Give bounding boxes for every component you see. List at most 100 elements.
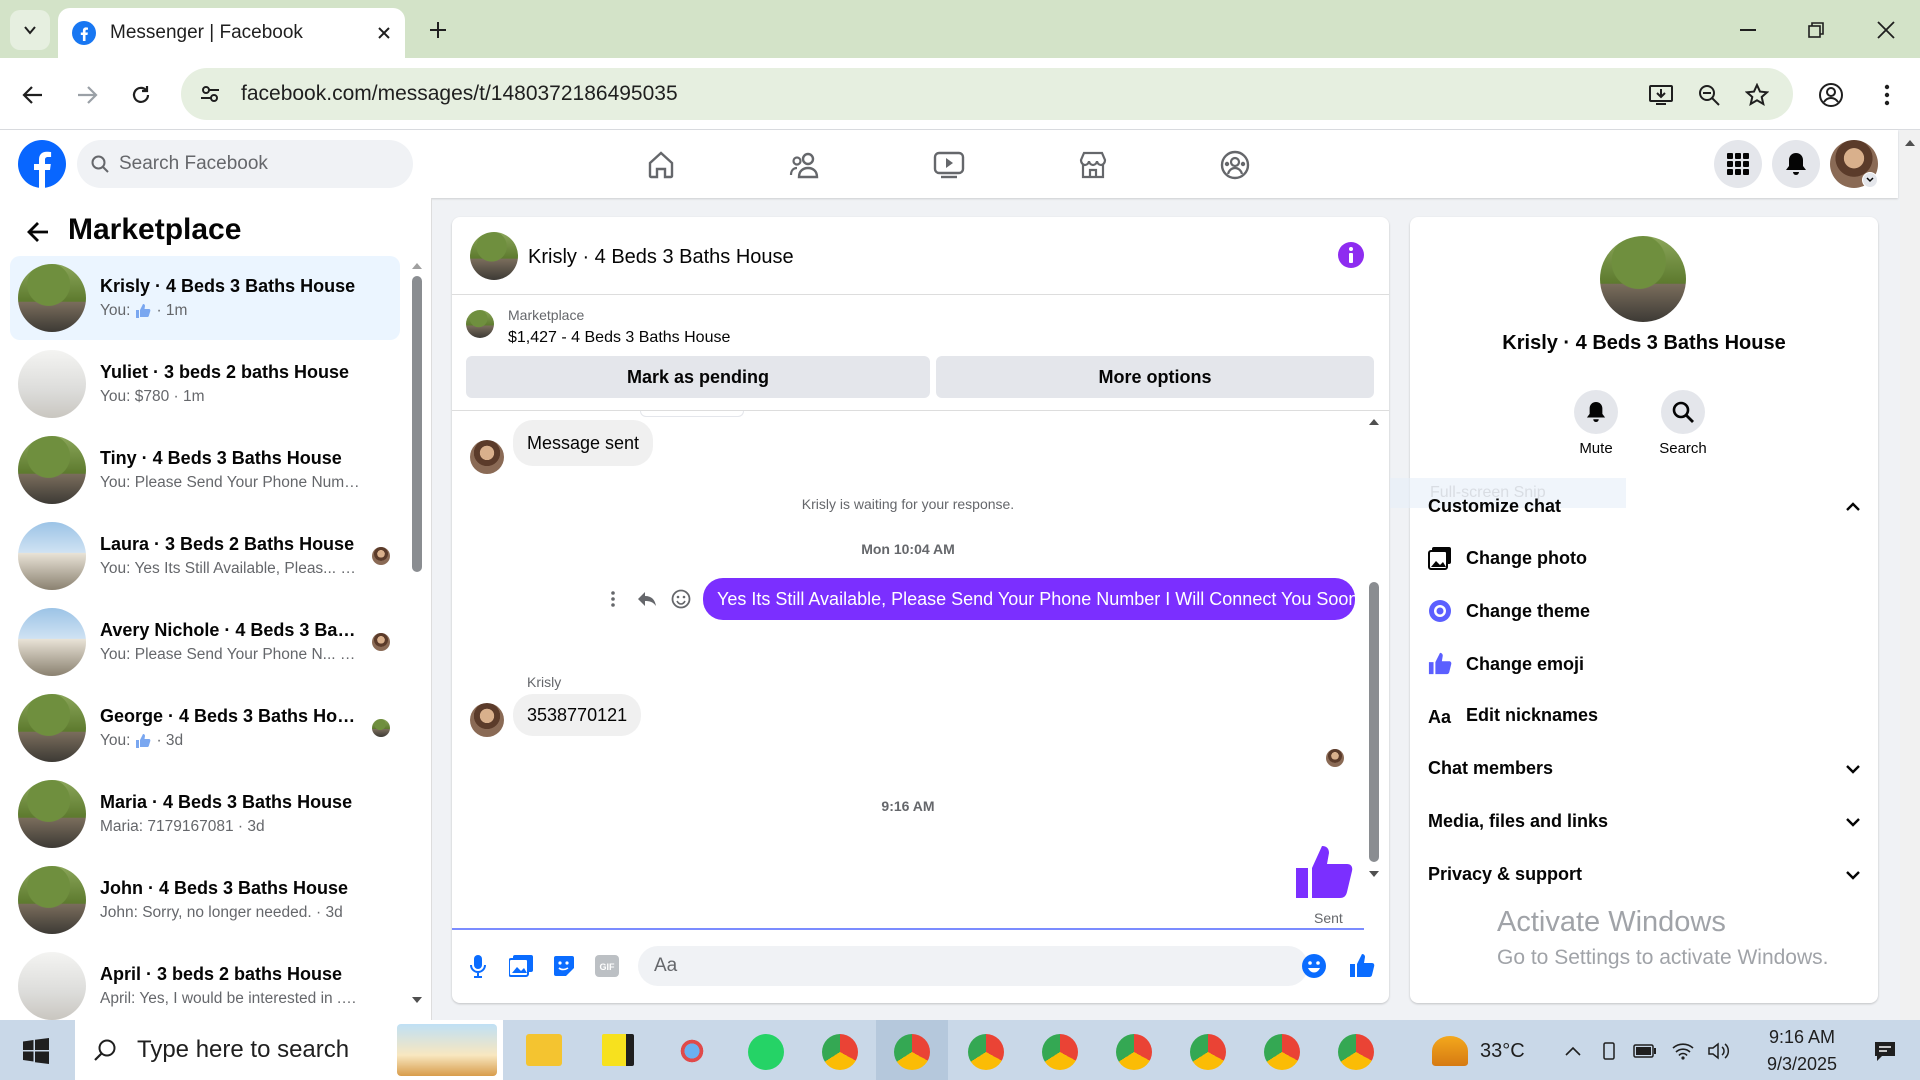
- taskbar-clock[interactable]: 9:16 AM 9/3/2025: [1746, 1027, 1858, 1075]
- edit-nicknames-item[interactable]: Aa Edit nicknames: [1428, 705, 1598, 726]
- chat-list-scrollbar[interactable]: [410, 262, 424, 1010]
- new-tab-button[interactable]: [422, 14, 454, 46]
- nav-groups[interactable]: [1210, 145, 1260, 185]
- chrome-icon[interactable]: [822, 1034, 858, 1070]
- whatsapp-icon[interactable]: [748, 1034, 784, 1070]
- media-files-links-section[interactable]: Media, files and links: [1428, 811, 1860, 832]
- privacy-support-section[interactable]: Privacy & support: [1428, 864, 1860, 885]
- sticky-notes-icon[interactable]: [602, 1034, 634, 1066]
- mute-button[interactable]: [1574, 390, 1618, 434]
- file-explorer-icon[interactable]: [526, 1034, 562, 1066]
- details-name[interactable]: Krisly · 4 Beds 3 Baths House: [1410, 332, 1878, 355]
- conversation-item[interactable]: George · 4 Beds 3 Baths House You: · 3d: [10, 686, 400, 770]
- nav-marketplace[interactable]: [1068, 145, 1118, 185]
- url-text[interactable]: facebook.com/messages/t/1480372186495035: [241, 82, 678, 106]
- conversation-info-button[interactable]: [1338, 242, 1364, 268]
- profile-button[interactable]: [1816, 80, 1846, 110]
- sticker-button[interactable]: [550, 952, 578, 980]
- chat-header-title[interactable]: Krisly · 4 Beds 3 Baths House: [528, 246, 794, 269]
- scroll-up-arrow-icon[interactable]: [1904, 138, 1916, 148]
- chrome-icon[interactable]: [1116, 1034, 1152, 1070]
- nav-video[interactable]: [924, 145, 974, 185]
- outgoing-message-bubble[interactable]: Yes Its Still Available, Please Send You…: [703, 578, 1358, 620]
- chrome-icon[interactable]: [1264, 1034, 1300, 1070]
- facebook-logo[interactable]: [18, 140, 66, 188]
- back-to-messages-button[interactable]: [22, 216, 54, 248]
- message-input[interactable]: Aa: [638, 946, 1308, 986]
- details-avatar[interactable]: [1600, 236, 1686, 322]
- facebook-search-input[interactable]: Search Facebook: [77, 140, 413, 188]
- gif-button[interactable]: GIF: [593, 952, 621, 980]
- nav-home[interactable]: [636, 145, 686, 185]
- notifications-button[interactable]: [1772, 140, 1820, 188]
- scrollbar-thumb[interactable]: [1369, 582, 1379, 862]
- account-chevron[interactable]: [1862, 172, 1878, 188]
- snipping-tool-icon[interactable]: [674, 1034, 710, 1068]
- chrome-icon[interactable]: [1338, 1034, 1374, 1070]
- conversation-item[interactable]: Yuliet · 3 beds 2 baths House You: $780 ·…: [10, 342, 400, 426]
- conversation-item[interactable]: Tiny · 4 Beds 3 Baths House You: Please S…: [10, 428, 400, 512]
- change-theme-item[interactable]: Change theme: [1428, 599, 1590, 623]
- incoming-message-bubble[interactable]: 3538770121: [513, 694, 642, 736]
- volume-tray-icon[interactable]: [1706, 1040, 1732, 1062]
- voice-clip-button[interactable]: [464, 952, 492, 980]
- chrome-icon[interactable]: [894, 1034, 930, 1070]
- conversation-item[interactable]: Laura · 3 Beds 2 Baths House You: Yes Its…: [10, 514, 400, 598]
- incoming-message-bubble[interactable]: Message sent: [513, 420, 654, 466]
- wifi-tray-icon[interactable]: [1670, 1040, 1696, 1062]
- send-like-button[interactable]: [1348, 952, 1376, 980]
- chrome-icon[interactable]: [968, 1034, 1004, 1070]
- sent-like[interactable]: [1294, 840, 1356, 902]
- bookmark-button[interactable]: [1742, 80, 1772, 110]
- conversation-item[interactable]: Maria · 4 Beds 3 Baths House Maria: 71791…: [10, 772, 400, 856]
- close-window-button[interactable]: [1868, 12, 1904, 48]
- scroll-down-arrow-icon[interactable]: [411, 996, 423, 1004]
- nav-friends[interactable]: [780, 145, 830, 185]
- search-in-conversation-button[interactable]: [1661, 390, 1705, 434]
- change-photo-item[interactable]: Change photo: [1428, 546, 1587, 570]
- scroll-up-arrow-icon[interactable]: [411, 262, 423, 270]
- battery-tray-icon[interactable]: [1632, 1040, 1658, 1062]
- show-hidden-icons-button[interactable]: [1562, 1040, 1584, 1062]
- browser-menu-button[interactable]: [1872, 80, 1902, 110]
- tab-search-dropdown-button[interactable]: [10, 10, 50, 50]
- forward-button[interactable]: [70, 78, 104, 112]
- message-more-button[interactable]: [604, 588, 622, 610]
- weather-icon[interactable]: [1432, 1036, 1468, 1066]
- listing-title[interactable]: $1,427 - 4 Beds 3 Baths House: [508, 329, 730, 347]
- reply-button[interactable]: [634, 586, 660, 612]
- weather-temperature[interactable]: 33°C: [1480, 1040, 1525, 1063]
- restore-window-button[interactable]: [1798, 12, 1834, 48]
- scroll-down-arrow-icon[interactable]: [1368, 870, 1380, 878]
- notification-center-button[interactable]: [1858, 1036, 1912, 1066]
- conversation-item[interactable]: Krisly · 4 Beds 3 Baths House You: · 1m: [10, 256, 400, 340]
- chat-members-section[interactable]: Chat members: [1428, 758, 1860, 779]
- sender-avatar[interactable]: [470, 703, 504, 737]
- react-button[interactable]: [668, 586, 694, 612]
- chrome-icon[interactable]: [1190, 1034, 1226, 1070]
- conversation-item[interactable]: April · 3 beds 2 baths House April: Yes, …: [10, 944, 400, 1028]
- more-options-button[interactable]: More options: [936, 356, 1374, 398]
- minimize-window-button[interactable]: [1730, 12, 1766, 48]
- scrollbar-thumb[interactable]: [412, 276, 422, 572]
- change-emoji-item[interactable]: Change emoji: [1428, 652, 1584, 676]
- chrome-icon[interactable]: [1042, 1034, 1078, 1070]
- back-button[interactable]: [16, 78, 50, 112]
- page-scrollbar[interactable]: [1900, 130, 1920, 1020]
- menu-button[interactable]: [1714, 140, 1762, 188]
- mark-as-pending-button[interactable]: Mark as pending: [466, 356, 930, 398]
- messages-scrollbar[interactable]: [1366, 414, 1382, 928]
- zoom-button[interactable]: [1694, 80, 1724, 110]
- conversation-item[interactable]: John · 4 Beds 3 Baths House John: Sorry, …: [10, 858, 400, 942]
- sender-avatar[interactable]: [470, 440, 504, 474]
- close-tab-icon[interactable]: [377, 26, 391, 40]
- tab-messenger[interactable]: Messenger | Facebook: [58, 8, 405, 58]
- attach-media-button[interactable]: [507, 952, 535, 980]
- conversation-item[interactable]: Avery Nichole · 4 Beds 3 Bath... You: Ple…: [10, 600, 400, 684]
- start-button[interactable]: [14, 1034, 58, 1068]
- address-bar[interactable]: facebook.com/messages/t/1480372186495035: [181, 68, 1793, 120]
- chat-header-avatar[interactable]: [470, 232, 518, 280]
- emoji-button[interactable]: [1300, 952, 1328, 980]
- meet-now-tray-icon[interactable]: [1598, 1040, 1620, 1062]
- reload-button[interactable]: [124, 78, 158, 112]
